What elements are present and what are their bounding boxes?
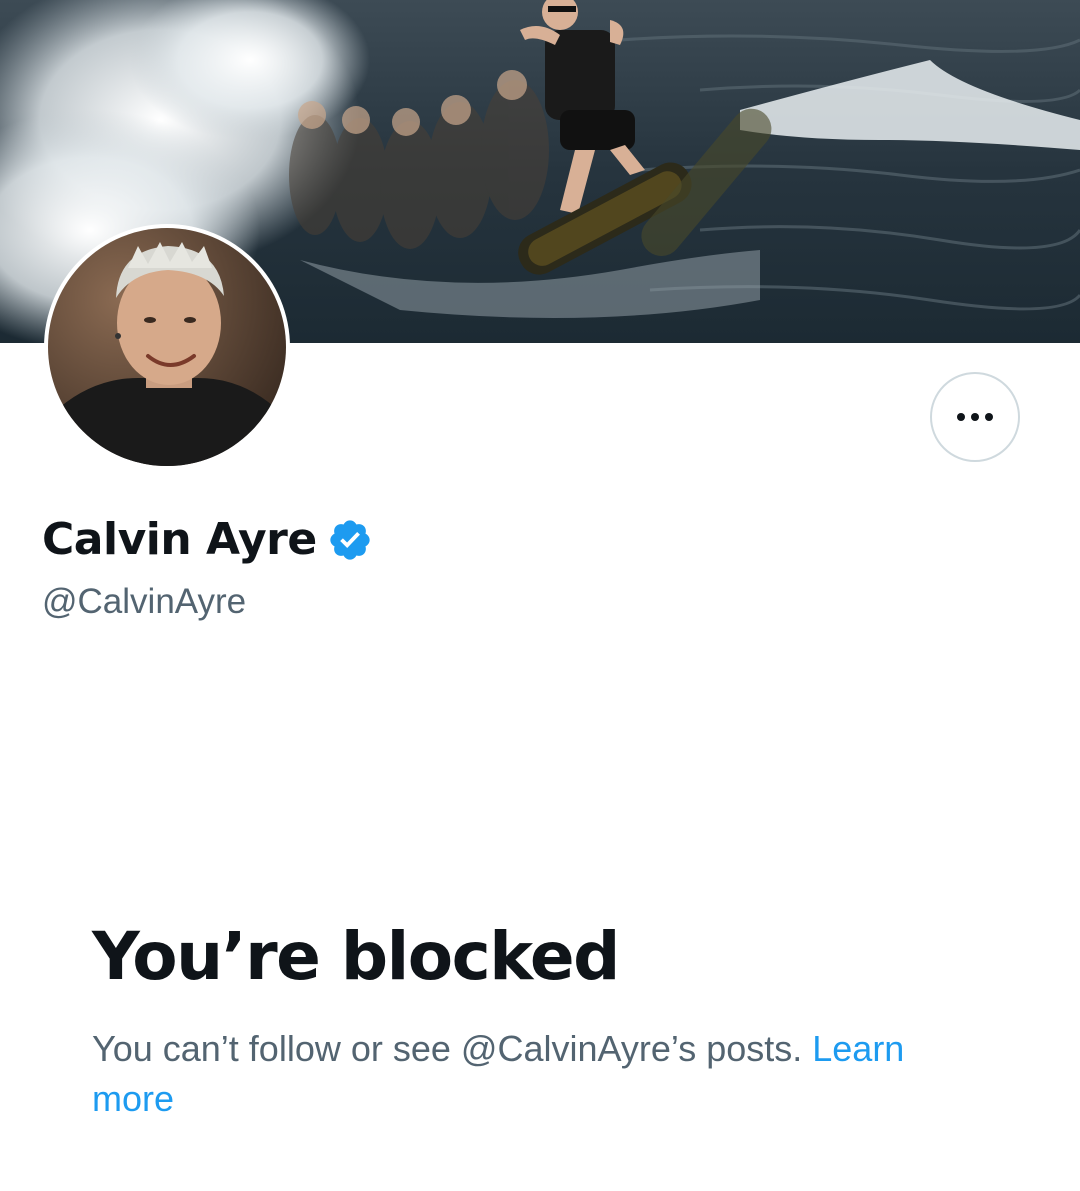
more-horizontal-icon-dot	[971, 413, 979, 421]
profile-handle: @CalvinAyre	[42, 582, 247, 621]
more-horizontal-icon	[957, 413, 965, 421]
blocked-message-text: You can’t follow or see @CalvinAyre’s po…	[92, 1028, 813, 1069]
profile-avatar[interactable]	[44, 224, 290, 470]
blocked-description: You can’t follow or see @CalvinAyre’s po…	[92, 1024, 952, 1124]
blocked-title: You’re blocked	[92, 918, 620, 995]
display-name: Calvin Ayre	[42, 514, 317, 565]
verified-badge-icon[interactable]	[327, 517, 373, 563]
more-options-button[interactable]	[930, 372, 1020, 462]
profile-name-row: Calvin Ayre	[42, 510, 373, 570]
avatar-photo	[48, 228, 286, 466]
profile-page: Calvin Ayre @CalvinAyre You’re blocked Y…	[0, 0, 1080, 1191]
more-horizontal-icon-dot	[985, 413, 993, 421]
